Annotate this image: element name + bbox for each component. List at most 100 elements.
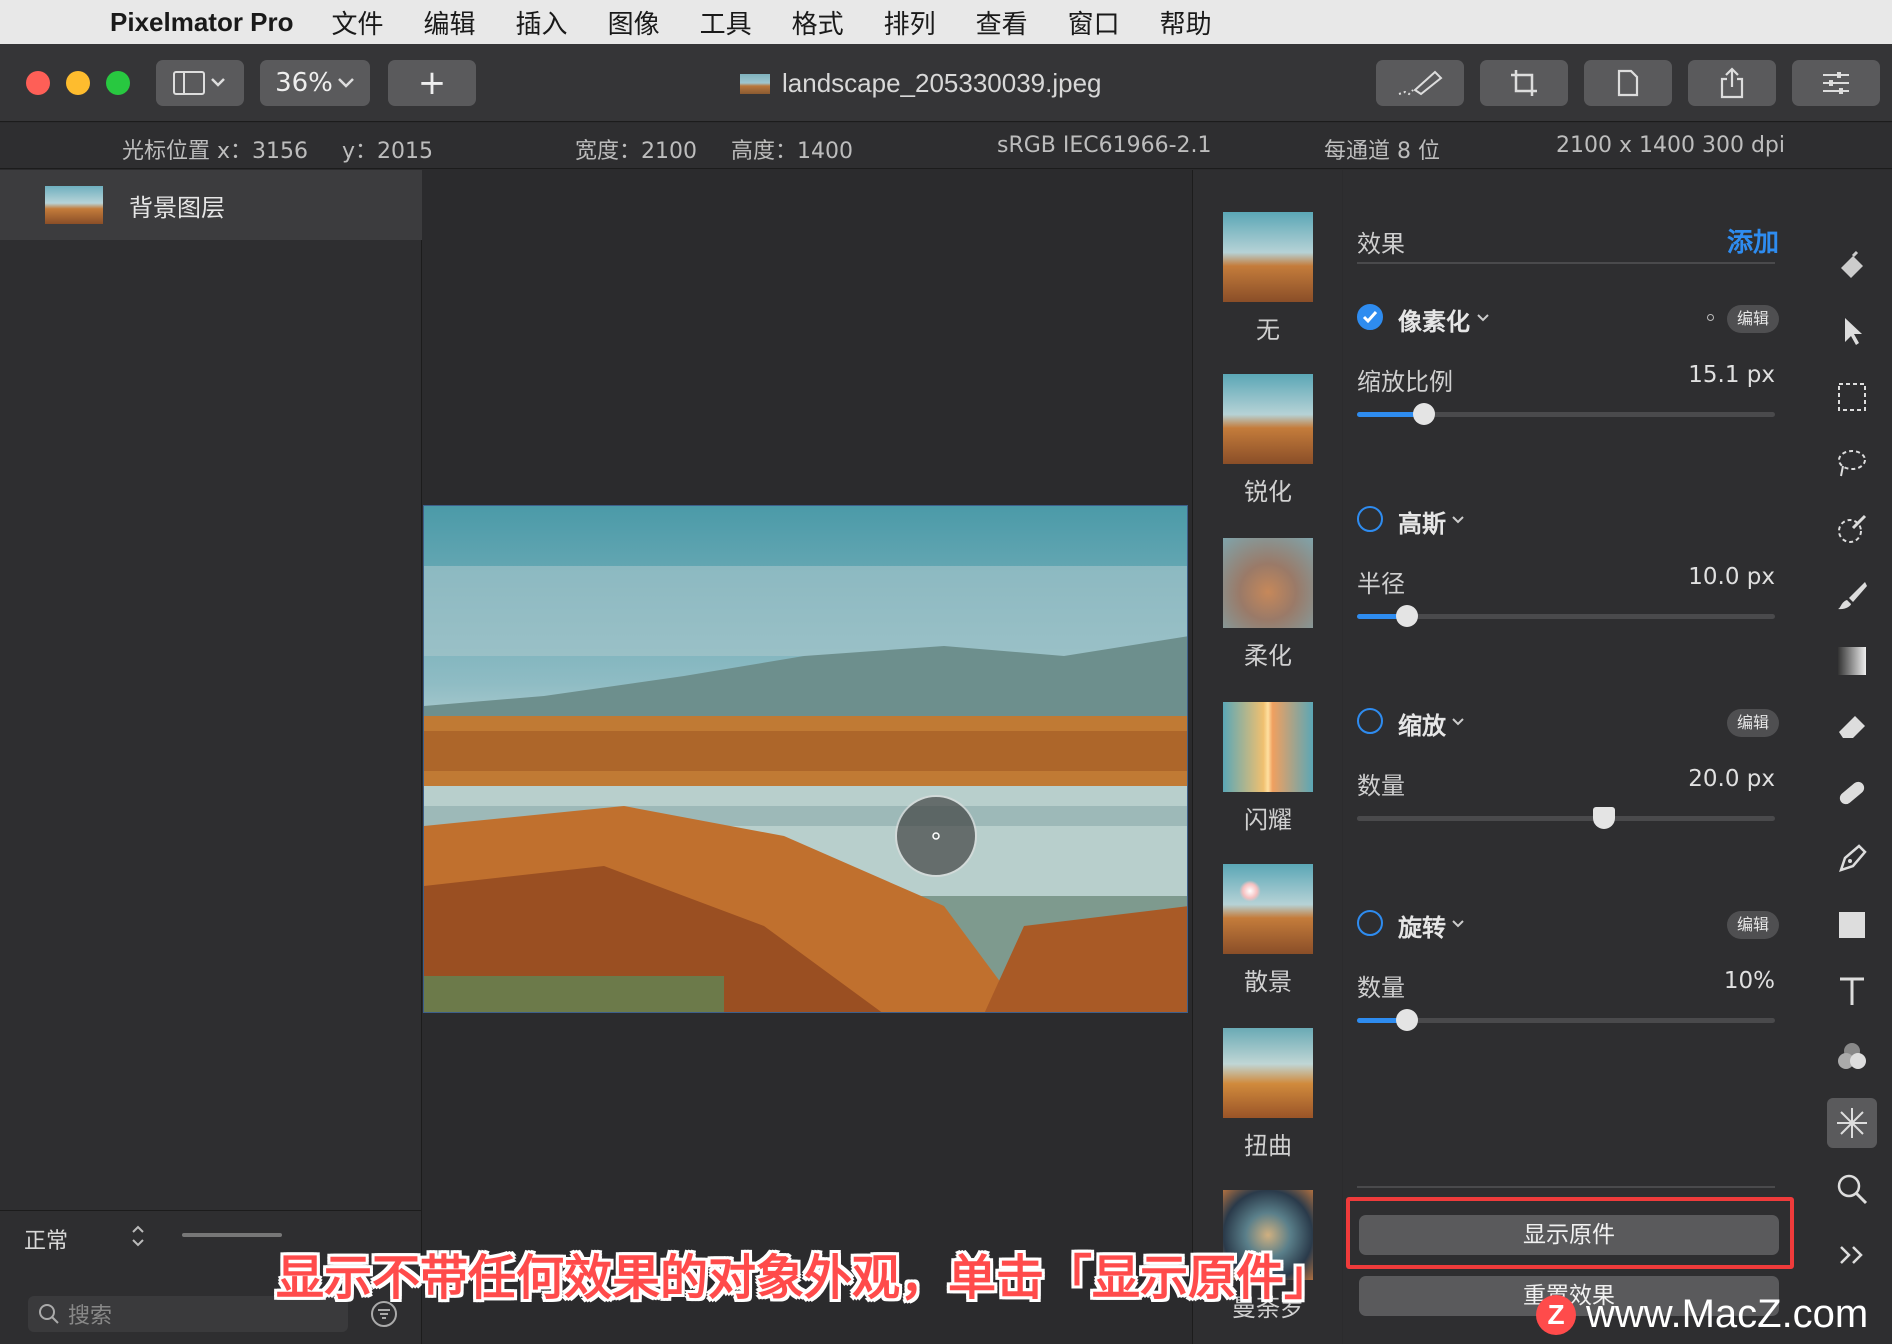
watermark: Z www.MacZ.com [1536, 1292, 1868, 1337]
origin-point-icon[interactable] [1707, 314, 1714, 321]
eraser-tool-icon[interactable] [1827, 702, 1877, 752]
close-window-button[interactable] [26, 71, 50, 95]
effect-preset-none[interactable]: 无 [1223, 212, 1313, 345]
image-height-readout: 高度：1400 [731, 139, 853, 164]
pixelate-effect-title[interactable]: 像素化 [1398, 302, 1470, 337]
menu-app-name[interactable]: Pixelmator Pro [110, 7, 294, 38]
effect-thumbnail [1223, 864, 1313, 954]
twirl-enable-checkbox[interactable] [1357, 910, 1383, 936]
menu-arrange[interactable]: 排列 [884, 4, 936, 41]
checkmark-icon [1362, 311, 1378, 324]
macz-logo-icon: Z [1536, 1294, 1576, 1335]
paint-bucket-tool-icon[interactable] [1827, 240, 1877, 290]
effect-label: 扭曲 [1244, 1132, 1292, 1160]
zoom-level-value: 36% [275, 68, 333, 98]
pen-tool-icon[interactable] [1827, 834, 1877, 884]
minimize-window-button[interactable] [66, 71, 90, 95]
color-adjust-tool-icon[interactable] [1827, 1032, 1877, 1082]
zoom-blur-effect-title[interactable]: 缩放 [1398, 706, 1446, 741]
pixelate-scale-slider[interactable] [1357, 403, 1775, 425]
slider-knob[interactable] [1396, 605, 1419, 627]
chevron-updown-icon[interactable] [130, 1223, 146, 1249]
effect-preset-soften[interactable]: 柔化 [1223, 538, 1313, 671]
slider-knob[interactable] [1396, 1009, 1419, 1031]
zoom-blur-amount-slider[interactable] [1357, 807, 1775, 829]
rectangle-select-tool-icon[interactable] [1827, 372, 1877, 422]
pixelate-enable-checkbox[interactable] [1357, 304, 1383, 330]
sidebar-toggle-button[interactable] [156, 60, 244, 106]
menu-help[interactable]: 帮助 [1160, 4, 1212, 41]
blend-mode-select[interactable]: 正常 [24, 1223, 68, 1255]
quick-selection-tool-icon[interactable] [1827, 504, 1877, 554]
zoom-level-dropdown[interactable]: 36% [260, 60, 370, 106]
header-divider [1357, 262, 1775, 264]
chevron-down-icon[interactable] [1451, 515, 1465, 525]
chevron-down-icon[interactable] [1476, 313, 1490, 323]
document-icon [1617, 69, 1639, 97]
share-button[interactable] [1688, 60, 1776, 106]
effect-preset-distort[interactable]: 扭曲 [1223, 1028, 1313, 1161]
effects-header: 效果 [1357, 230, 1405, 258]
tutorial-caption: 显示不带任何效果的对象外观，单击「显示原件」 [276, 1250, 1333, 1306]
opacity-slider[interactable] [182, 1233, 282, 1237]
effect-preset-bokeh[interactable]: 散景 [1223, 864, 1313, 997]
twirl-edit-button[interactable]: 编辑 [1727, 911, 1779, 939]
zoom-blur-edit-button[interactable]: 编辑 [1727, 709, 1779, 737]
menu-insert[interactable]: 插入 [516, 4, 568, 41]
gradient-tool-icon[interactable] [1827, 636, 1877, 686]
add-button[interactable]: + [388, 60, 476, 106]
effect-label: 锐化 [1244, 478, 1292, 506]
menu-file[interactable]: 文件 [332, 4, 384, 41]
canvas-area[interactable] [423, 170, 1191, 1344]
lasso-tool-icon[interactable] [1827, 438, 1877, 488]
effect-preset-glow[interactable]: 闪耀 [1223, 702, 1313, 835]
dimensions-readout: 2100 x 1400 300 dpi [1556, 133, 1786, 158]
effect-thumbnail [1223, 1028, 1313, 1118]
chevron-down-icon[interactable] [1451, 919, 1465, 929]
effect-thumbnail [1223, 374, 1313, 464]
menu-edit[interactable]: 编辑 [424, 4, 476, 41]
menu-tools[interactable]: 工具 [700, 4, 752, 41]
menu-image[interactable]: 图像 [608, 4, 660, 41]
arrange-tool-icon[interactable] [1827, 306, 1877, 356]
menu-format[interactable]: 格式 [792, 4, 844, 41]
zoom-window-button[interactable] [106, 71, 130, 95]
zoom-tool-icon[interactable] [1827, 1164, 1877, 1214]
info-bar: 光标位置 x：3156 y：2015 宽度：2100 高度：1400 sRGB … [0, 123, 1892, 169]
chevron-down-icon[interactable] [1451, 717, 1465, 727]
search-icon [39, 1304, 59, 1324]
document-title-text: landscape_205330039.jpeg [782, 68, 1102, 98]
image-width-readout: 宽度：2100 [575, 139, 697, 164]
menu-view[interactable]: 查看 [976, 4, 1028, 41]
menu-window[interactable]: 窗口 [1068, 4, 1120, 41]
color-profile-readout: sRGB IEC61966-2.1 [997, 133, 1212, 158]
twirl-effect-title[interactable]: 旋转 [1398, 908, 1446, 943]
markup-button[interactable] [1376, 60, 1464, 106]
bit-depth-readout: 每通道 8 位 [1324, 139, 1440, 164]
pixelate-edit-button[interactable]: 编辑 [1727, 305, 1779, 333]
gaussian-enable-checkbox[interactable] [1357, 506, 1383, 532]
footer-divider [1357, 1186, 1775, 1188]
paint-brush-tool-icon[interactable] [1827, 570, 1877, 620]
add-effect-button[interactable]: 添加 [1727, 222, 1779, 259]
gaussian-effect-title[interactable]: 高斯 [1398, 504, 1446, 539]
format-button[interactable] [1584, 60, 1672, 106]
slider-knob[interactable] [1592, 807, 1615, 829]
layer-row-background[interactable]: 背景图层 [0, 170, 422, 240]
type-tool-icon[interactable] [1827, 966, 1877, 1016]
more-tools-icon[interactable] [1827, 1230, 1877, 1280]
pixelated-landscape-image[interactable] [423, 505, 1188, 1013]
effects-tool-icon[interactable] [1827, 1098, 1877, 1148]
zoom-blur-enable-checkbox[interactable] [1357, 708, 1383, 734]
gaussian-param-value: 10.0 px [1688, 564, 1775, 590]
crop-button[interactable] [1480, 60, 1568, 106]
adjustments-button[interactable] [1792, 60, 1880, 106]
effect-preset-sharpen[interactable]: 锐化 [1223, 374, 1313, 507]
chevron-down-icon [338, 78, 354, 88]
twirl-amount-slider[interactable] [1357, 1009, 1775, 1031]
shape-tool-icon[interactable] [1827, 900, 1877, 950]
slider-knob[interactable] [1412, 403, 1435, 425]
gaussian-radius-slider[interactable] [1357, 605, 1775, 627]
window-toolbar: 36% + landscape_205330039.jpeg [0, 44, 1892, 122]
retouch-tool-icon[interactable] [1827, 768, 1877, 818]
